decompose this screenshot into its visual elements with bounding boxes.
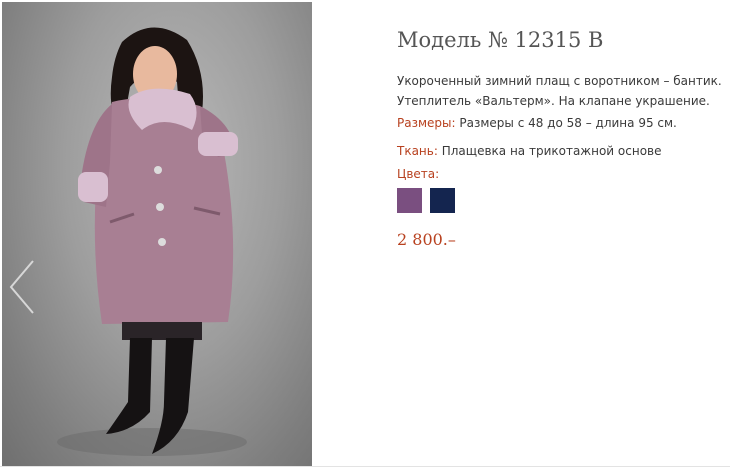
product-photo — [2, 2, 312, 466]
colors-label: Цвета: — [397, 167, 440, 181]
sizes-value: Размеры с 48 до 58 – длина 95 см. — [459, 116, 677, 130]
gallery-prev-arrow[interactable] — [7, 257, 37, 317]
sizes-row: Размеры: Размеры с 48 до 58 – длина 95 с… — [397, 116, 677, 130]
product-page: Модель № 12315 В Укороченный зимний плащ… — [0, 0, 730, 469]
product-description: Укороченный зимний плащ с воротником – б… — [397, 71, 727, 111]
fabric-value: Плащевка на трикотажной основе — [441, 144, 662, 158]
product-price: 2 800.– — [397, 230, 456, 249]
bottom-divider — [0, 466, 730, 467]
color-swatches — [397, 188, 458, 214]
chevron-left-icon — [9, 260, 34, 314]
description-line: Утеплитель «Вальтерм». На клапане украше… — [397, 94, 710, 108]
color-swatch-purple[interactable] — [397, 188, 422, 213]
fabric-label: Ткань: — [397, 144, 438, 158]
model-photo-illustration — [57, 27, 247, 456]
product-title: Модель № 12315 В — [397, 28, 604, 52]
color-swatch-navy[interactable] — [430, 188, 456, 213]
fabric-row: Ткань: Плащевка на трикотажной основе — [397, 144, 662, 158]
description-line: Укороченный зимний плащ с воротником – б… — [397, 74, 722, 88]
colors-row: Цвета: — [397, 167, 439, 181]
sizes-label: Размеры: — [397, 116, 456, 130]
